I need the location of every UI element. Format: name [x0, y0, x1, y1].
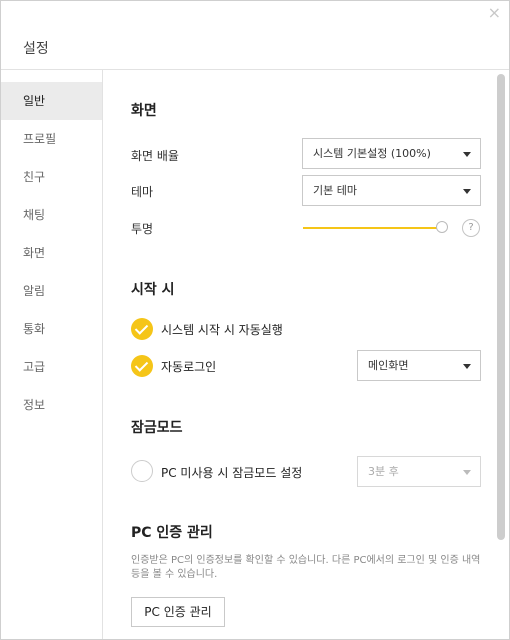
pc-auth-description: 인증받은 PC의 인증정보를 확인할 수 있습니다. 다른 PC에서의 로그인 … [131, 555, 481, 580]
section-title-startup: 시작 시 [131, 282, 175, 298]
scrollbar-thumb[interactable] [497, 74, 505, 540]
sidebar-item-profile[interactable]: 프로필 [1, 120, 102, 158]
settings-content: 화면 화면 배율 시스템 기본설정 (100%) 테마 기본 테마 투명 ? 시… [103, 70, 509, 639]
settings-window: × 설정 일반 프로필 친구 채팅 화면 알림 통화 고급 정보 화면 화면 배… [0, 0, 510, 640]
zoom-select-value: 시스템 기본설정 (100%) [313, 147, 431, 160]
sidebar-item-friends[interactable]: 친구 [1, 158, 102, 196]
sidebar-item-advanced[interactable]: 고급 [1, 348, 102, 386]
theme-select-value: 기본 테마 [313, 184, 357, 197]
auto-login-checkbox[interactable] [131, 355, 153, 377]
sidebar-item-notifications[interactable]: 알림 [1, 272, 102, 310]
auto-lock-checkbox[interactable] [131, 460, 153, 482]
theme-label: 테마 [131, 185, 154, 199]
sidebar-item-general[interactable]: 일반 [1, 82, 102, 120]
pc-auth-button[interactable]: PC 인증 관리 [131, 597, 225, 627]
chevron-down-icon [463, 188, 471, 194]
auto-lock-select[interactable]: 3분 후 [357, 456, 481, 487]
auto-lock-value: 3분 후 [368, 465, 399, 478]
help-icon[interactable]: ? [462, 219, 480, 237]
sidebar-item-info[interactable]: 정보 [1, 386, 102, 424]
section-title-lock: 잠금모드 [131, 420, 183, 436]
auto-lock-label: PC 미사용 시 잠금모드 설정 [161, 466, 303, 480]
zoom-select[interactable]: 시스템 기본설정 (100%) [302, 138, 481, 169]
auto-start-label: 시스템 시작 시 자동실행 [161, 323, 283, 337]
zoom-label: 화면 배율 [131, 149, 179, 163]
chevron-down-icon [463, 363, 471, 369]
auto-login-label: 자동로그인 [161, 360, 217, 374]
chevron-down-icon [463, 151, 471, 157]
theme-select[interactable]: 기본 테마 [302, 175, 481, 206]
window-title: 설정 [23, 41, 49, 57]
close-icon[interactable]: × [488, 5, 501, 21]
sidebar-item-calls[interactable]: 통화 [1, 310, 102, 348]
section-title-pc-auth: PC 인증 관리 [131, 525, 213, 541]
sidebar: 일반 프로필 친구 채팅 화면 알림 통화 고급 정보 [1, 70, 103, 639]
opacity-label: 투명 [131, 222, 154, 236]
chevron-down-icon [463, 469, 471, 475]
opacity-slider-track[interactable] [303, 227, 443, 229]
sidebar-item-display[interactable]: 화면 [1, 234, 102, 272]
startup-window-select[interactable]: 메인화면 [357, 350, 481, 381]
startup-window-value: 메인화면 [368, 359, 409, 372]
section-title-screen: 화면 [131, 103, 157, 119]
opacity-slider-handle[interactable] [436, 221, 448, 233]
sidebar-item-chat[interactable]: 채팅 [1, 196, 102, 234]
auto-start-checkbox[interactable] [131, 318, 153, 340]
